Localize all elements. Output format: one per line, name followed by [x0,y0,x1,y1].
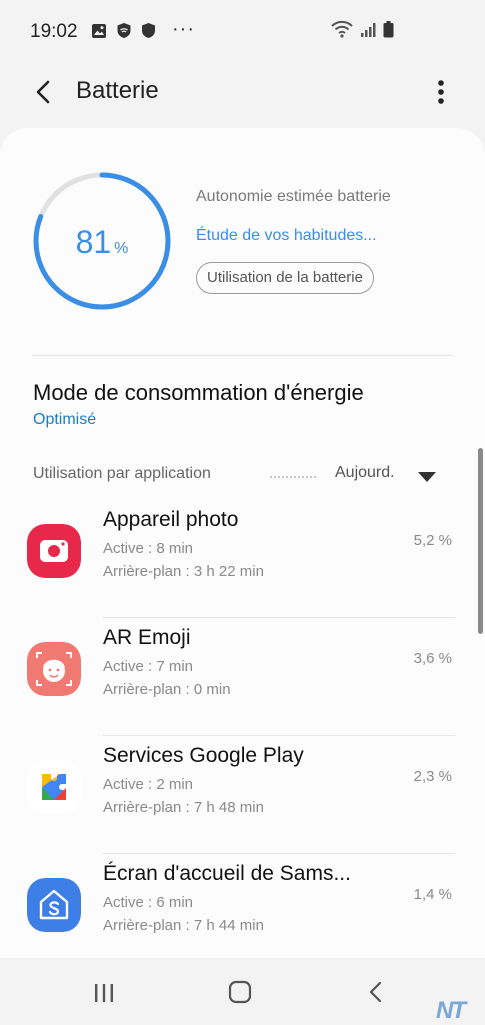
camera-icon [27,524,81,578]
page-title: Batterie [76,77,159,104]
habit-study-link[interactable]: Étude de vos habitudes... [196,227,377,245]
app-usage-percent: 3,6 % [413,650,452,667]
app-usage-percent: 2,3 % [413,768,452,785]
status-more-dots: ··· [172,18,195,40]
shield-badge-icon [117,23,131,38]
battery-card: 81% Autonomie estimée batterie Étude de … [0,128,485,958]
app-background-time: Arrière-plan : 0 min [103,681,231,698]
app-active-time: Active : 8 min [103,540,194,557]
back-arrow-icon[interactable] [28,76,60,108]
estimate-label: Autonomie estimée batterie [196,188,391,205]
app-row-samsung-home[interactable]: Écran d'accueil de Sams... Active : 6 mi… [0,854,485,958]
samsung-home-icon [27,878,81,932]
more-vert-icon[interactable] [428,76,454,108]
wifi-icon [331,20,353,38]
back-icon[interactable] [366,980,386,1004]
home-icon[interactable] [228,980,252,1004]
ar-emoji-icon [27,642,81,696]
battery-usage-button[interactable]: Utilisation de la batterie [196,262,374,294]
section-divider [32,355,453,356]
period-dropdown[interactable]: Aujourd. [335,464,395,482]
image-icon [92,23,106,38]
power-mode-title: Mode de consommation d'énergie [33,380,364,405]
app-name: AR Emoji [103,626,191,649]
app-background-time: Arrière-plan : 7 h 48 min [103,799,264,816]
chevron-down-icon[interactable] [418,472,436,482]
usage-by-app-header: Utilisation par application [33,465,211,482]
battery-icon [383,21,394,38]
app-background-time: Arrière-plan : 3 h 22 min [103,563,264,580]
app-header: Batterie [0,62,485,124]
app-active-time: Active : 7 min [103,658,194,675]
watermark-logo: NT [436,997,466,1024]
app-active-time: Active : 6 min [103,894,194,911]
app-row-google-play-services[interactable]: Services Google Play Active : 2 min Arri… [0,736,485,854]
signal-icon [361,23,376,37]
app-name: Écran d'accueil de Sams... [103,862,351,885]
app-usage-percent: 1,4 % [413,886,452,903]
app-background-time: Arrière-plan : 7 h 44 min [103,917,264,934]
shield-icon [142,23,155,38]
app-name: Services Google Play [103,744,304,767]
battery-level-unit: % [114,240,129,257]
power-mode-value: Optimisé [33,411,97,428]
navigation-bar [0,958,485,1024]
scrollbar[interactable] [478,448,483,634]
app-active-time: Active : 2 min [103,776,194,793]
recents-icon[interactable] [92,982,116,1004]
app-row-ar-emoji[interactable]: AR Emoji Active : 7 min Arrière-plan : 0… [0,618,485,736]
battery-level: 81% [32,224,172,261]
dotted-separator [270,476,316,478]
status-time: 19:02 [30,21,78,42]
battery-level-value: 81 [75,224,112,260]
app-usage-percent: 5,2 % [413,532,452,549]
app-row-camera[interactable]: Appareil photo Active : 8 min Arrière-pl… [0,500,485,618]
status-bar: 19:02 ··· [0,0,485,62]
google-play-services-icon [27,760,81,814]
app-name: Appareil photo [103,508,239,531]
